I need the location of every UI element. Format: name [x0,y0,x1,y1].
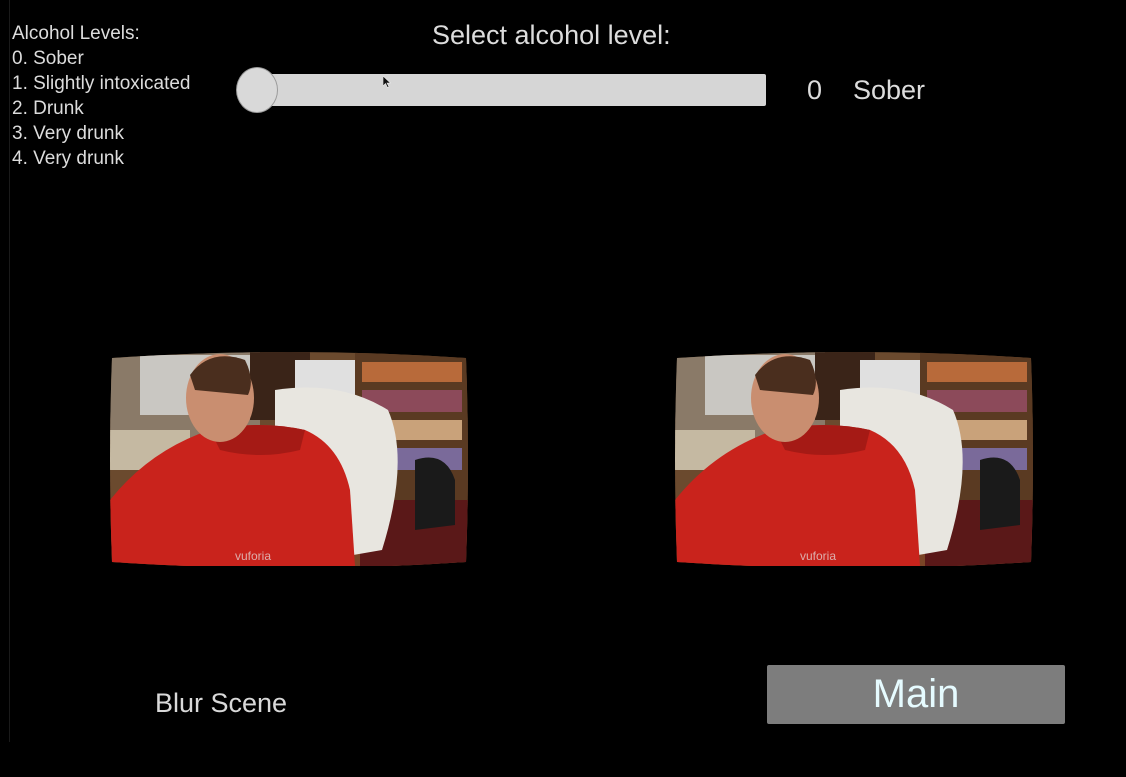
camera-feed-image: vuforia [675,352,1033,566]
select-level-title: Select alcohol level: [432,20,671,50]
level-item: 0. Sober [12,48,84,69]
mouse-pointer-icon [383,76,391,88]
level-name: Sober [853,75,926,105]
left-divider [9,0,10,742]
vuforia-watermark: vuforia [235,549,271,563]
right-eye-camera-view: vuforia [675,350,1033,566]
level-item: 4. Very drunk [12,148,124,169]
levels-title: Alcohol Levels: [12,23,140,44]
slider-value: 0 [807,75,823,105]
blur-scene-label: Blur Scene [155,688,288,718]
vr-scene: Alcohol Levels: 0. Sober 1. Slightly int… [0,0,1126,777]
vuforia-watermark: vuforia [800,549,836,563]
level-item: 2. Drunk [12,98,84,119]
slider-track[interactable] [256,74,766,106]
level-item: 3. Very drunk [12,123,124,144]
alcohol-level-slider[interactable] [236,66,766,116]
left-eye-camera-view: vuforia [110,350,468,566]
main-button[interactable]: Main [767,665,1065,724]
slider-thumb[interactable] [236,67,278,113]
alcohol-levels-legend: Alcohol Levels: 0. Sober 1. Slightly int… [12,21,191,171]
camera-feed-image: vuforia [110,352,468,566]
level-item: 1. Slightly intoxicated [12,73,191,94]
